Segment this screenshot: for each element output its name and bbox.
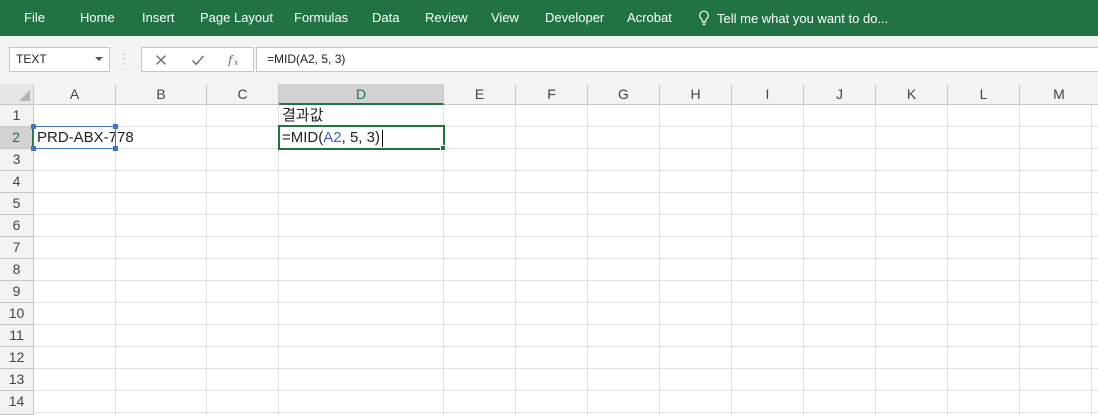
close-icon (155, 54, 166, 65)
fill-handle[interactable] (440, 145, 446, 151)
column-header-k[interactable]: K (876, 84, 948, 105)
select-all-button[interactable] (0, 84, 34, 105)
tab-formulas[interactable]: Formulas (294, 0, 348, 36)
gridline (34, 258, 1098, 259)
name-box[interactable]: TEXT (9, 47, 110, 72)
row-header-5[interactable]: 5 (0, 193, 34, 215)
tell-me-label: Tell me what you want to do... (717, 10, 889, 26)
gridline (34, 346, 1098, 347)
gridline (34, 214, 1098, 215)
chevron-down-icon[interactable] (95, 57, 103, 61)
gridline (34, 368, 1098, 369)
function-icon: f x (227, 53, 239, 67)
tab-home[interactable]: Home (80, 0, 115, 36)
column-header-d[interactable]: D (279, 84, 444, 105)
gridline (34, 170, 1098, 171)
tab-review[interactable]: Review (425, 0, 468, 36)
formula-bar-area: TEXT · · · f x =MID(A2, 5, 3) (0, 36, 1098, 84)
reference-handle[interactable] (113, 146, 118, 151)
column-header-i[interactable]: I (732, 84, 804, 105)
enter-button[interactable] (179, 48, 216, 71)
gridline (34, 324, 1098, 325)
row-header-4[interactable]: 4 (0, 171, 34, 193)
row-header-9[interactable]: 9 (0, 281, 34, 303)
row-header-1[interactable]: 1 (0, 105, 34, 127)
formula-reference-highlight (33, 126, 116, 149)
row-header-12[interactable]: 12 (0, 347, 34, 369)
column-header-c[interactable]: C (207, 84, 279, 105)
row-header-10[interactable]: 10 (0, 303, 34, 325)
formula-arguments-text: , 5, 3) (341, 129, 380, 146)
tell-me-search[interactable]: Tell me what you want to do... (697, 0, 888, 36)
reference-handle[interactable] (31, 146, 36, 151)
column-header-e[interactable]: E (444, 84, 516, 105)
formula-input[interactable]: =MID(A2, 5, 3) (256, 47, 1098, 72)
cell-d1[interactable]: 결과값 (282, 105, 323, 126)
formula-reference-text: A2 (323, 129, 342, 146)
tab-file[interactable]: File (24, 0, 45, 36)
check-icon (191, 54, 204, 65)
spreadsheet-grid[interactable]: A B C D E F G H I J K L M 1 2 3 4 5 6 7 … (0, 84, 1098, 415)
column-header-m[interactable]: M (1020, 84, 1098, 105)
row-header-2[interactable]: 2 (0, 127, 34, 149)
formula-function-text: =MID( (282, 129, 324, 146)
gridline (34, 236, 1098, 237)
gridline (34, 148, 1098, 149)
tab-page-layout[interactable]: Page Layout (200, 0, 273, 36)
gridline (34, 126, 1098, 127)
cancel-button[interactable] (142, 48, 179, 71)
column-header-f[interactable]: F (516, 84, 588, 105)
text-cursor (382, 130, 383, 147)
row-header-11[interactable]: 11 (0, 325, 34, 347)
column-header-b[interactable]: B (116, 84, 207, 105)
lightbulb-icon (699, 10, 709, 26)
row-header-8[interactable]: 8 (0, 259, 34, 281)
row-header-7[interactable]: 7 (0, 237, 34, 259)
ribbon-tab-bar: File Home Insert Page Layout Formulas Da… (0, 0, 1098, 36)
svg-text:x: x (234, 58, 239, 67)
gridline (34, 390, 1098, 391)
row-header-14[interactable]: 14 (0, 391, 34, 415)
gridline (34, 192, 1098, 193)
name-box-value: TEXT (16, 52, 47, 66)
tab-data[interactable]: Data (372, 0, 399, 36)
gridline (34, 280, 1098, 281)
tab-developer[interactable]: Developer (545, 0, 604, 36)
row-header-6[interactable]: 6 (0, 215, 34, 237)
gridline (34, 412, 1098, 413)
tab-insert[interactable]: Insert (142, 0, 175, 36)
reference-handle[interactable] (31, 124, 36, 129)
gridline (34, 302, 1098, 303)
cell-d2-editor[interactable]: =MID(A2, 5, 3) (282, 127, 380, 148)
column-header-l[interactable]: L (948, 84, 1020, 105)
row-header-13[interactable]: 13 (0, 369, 34, 391)
column-header-j[interactable]: J (804, 84, 876, 105)
formula-buttons: f x (141, 47, 254, 72)
row-header-3[interactable]: 3 (0, 149, 34, 171)
column-header-g[interactable]: G (588, 84, 660, 105)
reference-handle[interactable] (113, 124, 118, 129)
more-options-icon[interactable]: · · · (122, 49, 126, 70)
insert-function-button[interactable]: f x (216, 48, 253, 71)
column-header-h[interactable]: H (660, 84, 732, 105)
column-header-a[interactable]: A (34, 84, 116, 105)
tab-acrobat[interactable]: Acrobat (627, 0, 672, 36)
tab-view[interactable]: View (491, 0, 519, 36)
select-all-icon (19, 90, 30, 101)
